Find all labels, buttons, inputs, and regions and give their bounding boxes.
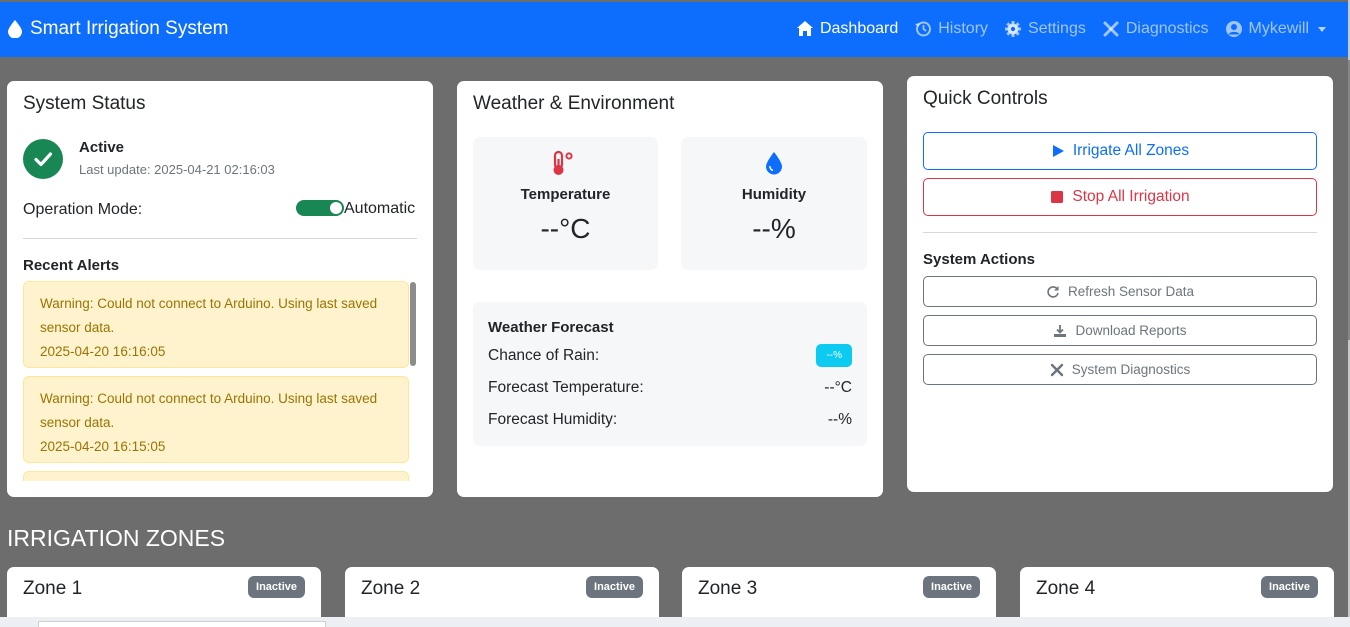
download-reports-button[interactable]: Download Reports [923,315,1317,346]
download-icon [1054,324,1067,337]
humidity-tile: Humidity --% [681,137,867,270]
alert-item: Warning: Could not connect to Arduino. U… [23,281,409,368]
alert-time: 2025-04-20 16:15:05 [40,439,166,454]
gear-icon [1005,21,1022,37]
system-diagnostics-button[interactable]: System Diagnostics [923,354,1317,385]
forecast-temp-label: Forecast Temperature: [488,379,644,396]
stop-all-button[interactable]: Stop All Irrigation [923,178,1317,216]
forecast-temp-row: Forecast Temperature: --°C [488,379,852,397]
temperature-value: --°C [540,213,591,244]
zone-name: Zone 4 [1036,578,1096,599]
forecast-temp-value: --°C [824,379,852,396]
quick-controls-title: Quick Controls [923,88,1048,109]
nav-history-label: History [938,20,989,37]
download-reports-label: Download Reports [1075,323,1187,338]
zone-name: Zone 3 [698,578,758,599]
alert-time: 2025-04-20 16:16:05 [40,344,166,359]
irrigate-all-label: Irrigate All Zones [1072,142,1190,159]
nav-diagnostics-label: Diagnostics [1125,20,1209,37]
last-update-text: Last update: 2025-04-21 02:16:03 [79,162,275,177]
weather-title: Weather & Environment [473,93,675,114]
humidity-label: Humidity [741,186,807,203]
forecast-humidity-value: --% [827,411,852,428]
water-drop-icon [8,20,22,38]
nav-settings[interactable]: Settings [1004,20,1086,38]
system-diagnostics-label: System Diagnostics [1071,362,1191,377]
zone-name: Zone 2 [361,578,421,599]
tools-icon [1103,21,1119,37]
status-value: Active [79,139,125,156]
history-icon [915,21,932,37]
check-circle-icon [23,139,63,179]
home-icon [796,21,813,36]
quick-controls-card: Quick Controls Irrigate All Zones Stop A… [907,76,1333,492]
alert-item: Warning: Could not connect to Arduino. U… [23,376,409,463]
taskbar-window-tab[interactable] [38,621,326,627]
forecast-humidity-row: Forecast Humidity: --% [488,411,852,429]
refresh-sensor-label: Refresh Sensor Data [1067,284,1195,299]
nav-history[interactable]: History [914,20,988,38]
alert-message: Warning: Could not connect to Arduino. U… [40,391,378,430]
weather-card: Weather & Environment Temperature --°C H… [457,81,883,497]
zone-status-badge: Inactive [248,576,305,598]
chevron-down-icon [1318,26,1326,32]
nav-user-menu[interactable]: Mykewill [1225,20,1326,38]
forecast-title: Weather Forecast [488,319,614,336]
zone-name: Zone 1 [23,578,83,599]
alerts-list[interactable]: Warning: Could not connect to Arduino. U… [23,281,417,481]
nav-dashboard-label: Dashboard [819,20,899,37]
thermometer-icon [553,151,573,175]
rain-label: Chance of Rain: [488,346,600,364]
zone-status-badge: Inactive [1261,576,1318,598]
nav-menu: Dashboard History Settings Diagnostics M… [796,20,1326,38]
alerts-scrollbar[interactable] [410,282,416,366]
zone-status-badge: Inactive [586,576,643,598]
divider [23,238,417,239]
operation-mode-value: Automatic [344,200,416,217]
irrigation-zones-title: IRRIGATION ZONES [7,525,226,551]
rain-badge: --% [816,344,852,367]
play-icon [1052,145,1064,157]
irrigate-all-button[interactable]: Irrigate All Zones [923,132,1317,170]
refresh-sensor-button[interactable]: Refresh Sensor Data [923,276,1317,307]
operation-mode-label: Operation Mode: [23,201,143,218]
recent-alerts-title: Recent Alerts [23,257,120,274]
forecast-humidity-label: Forecast Humidity: [488,411,618,428]
operation-mode-toggle[interactable] [296,200,344,216]
water-drop-icon [766,152,782,175]
humidity-value: --% [752,213,796,244]
nav-diagnostics[interactable]: Diagnostics [1102,20,1209,38]
system-actions-title: System Actions [923,251,1035,268]
system-status-card: System Status Active Last update: 2025-0… [7,81,433,497]
nav-dashboard[interactable]: Dashboard [796,20,898,38]
brand-title: Smart Irrigation System [30,18,229,39]
tools-icon [1050,363,1063,376]
zone-status-badge: Inactive [923,576,980,598]
temperature-label: Temperature [520,186,611,203]
stop-icon [1051,191,1064,203]
forecast-panel: Weather Forecast Chance of Rain: --% For… [473,302,867,446]
nav-user-label: Mykewill [1248,20,1309,37]
alert-message: Warning: Could not connect to Arduino. U… [40,296,378,335]
temperature-tile: Temperature --°C [473,137,658,270]
rain-row: Chance of Rain: --% [488,344,852,367]
system-status-title: System Status [23,93,146,114]
brand[interactable]: Smart Irrigation System [8,18,229,40]
nav-settings-label: Settings [1028,20,1086,37]
user-icon [1225,21,1242,37]
refresh-icon [1047,285,1059,298]
stop-all-label: Stop All Irrigation [1072,188,1190,205]
divider [923,232,1317,233]
top-navbar: Smart Irrigation System Dashboard Histor… [0,2,1348,57]
alert-item-partial [23,471,409,481]
